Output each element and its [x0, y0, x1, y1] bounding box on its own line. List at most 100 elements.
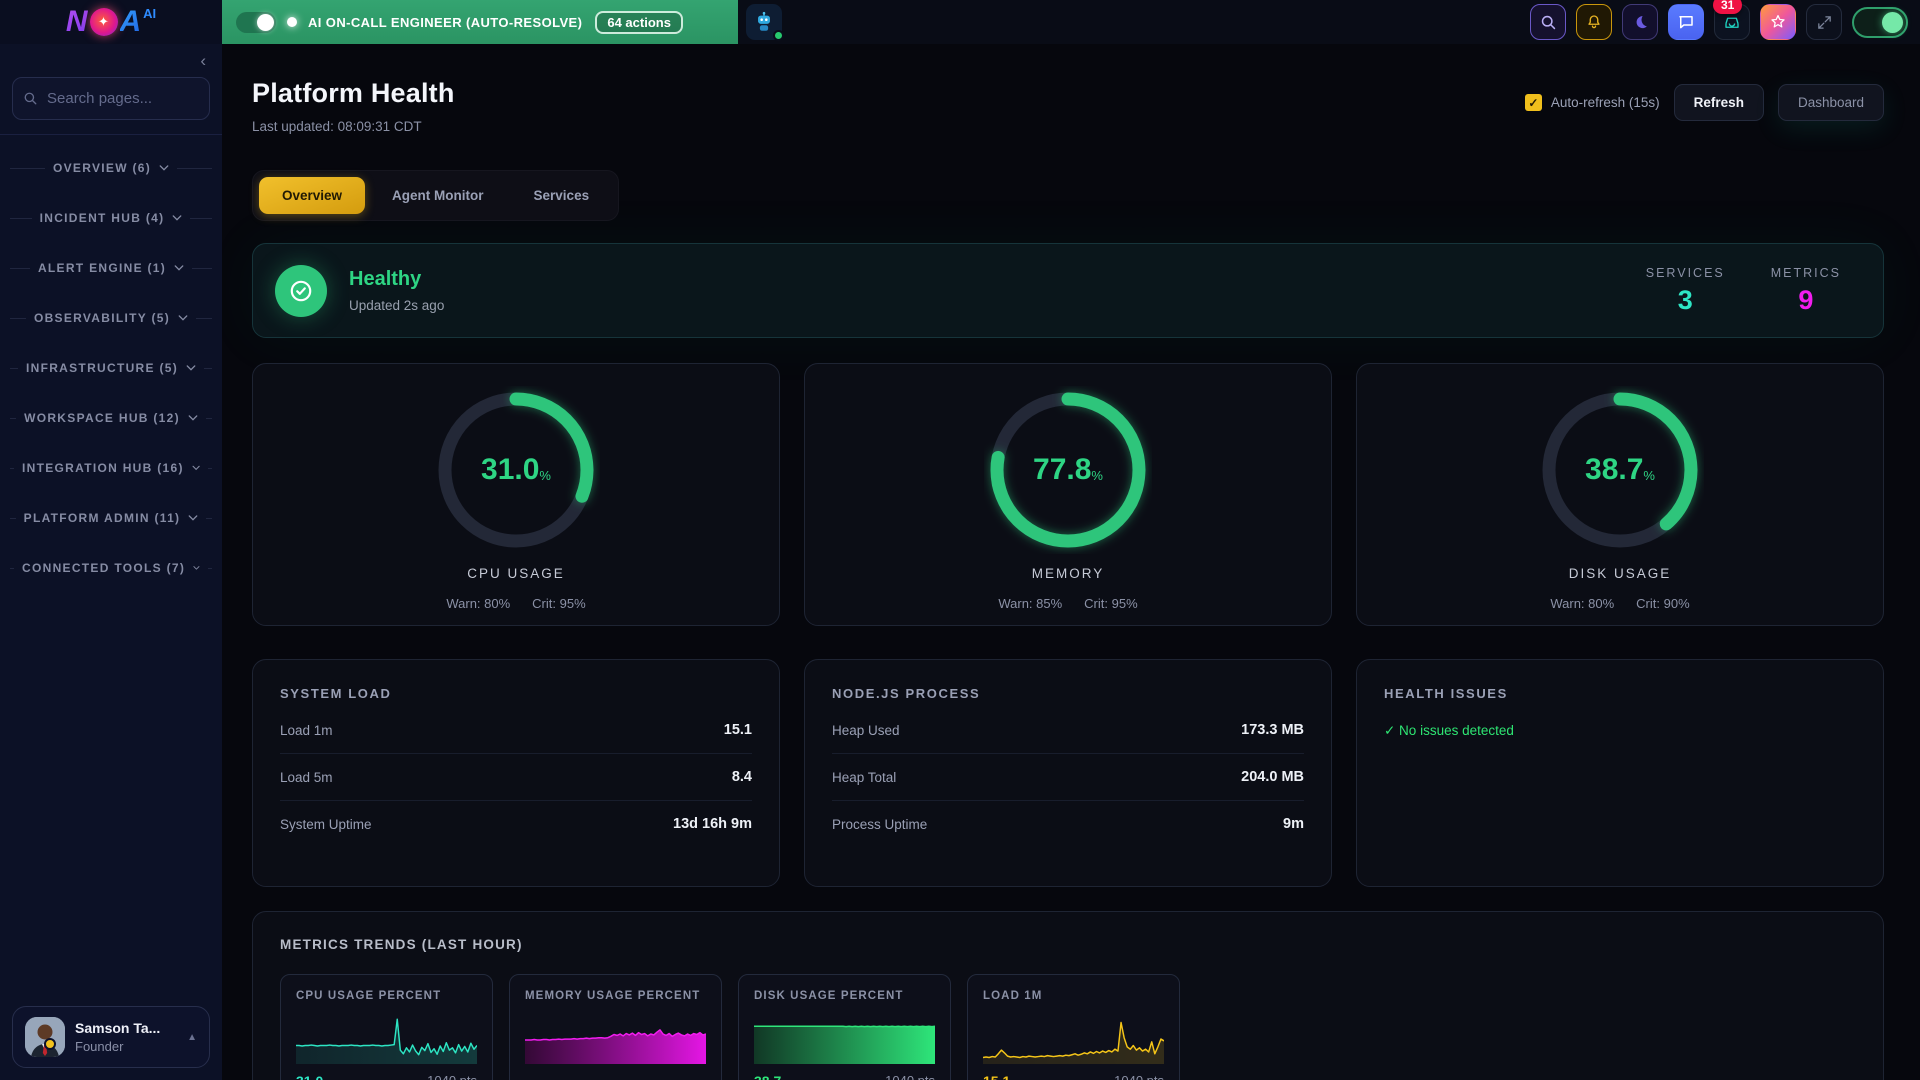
topbar-actions: 31 — [1530, 0, 1920, 44]
fullscreen-button[interactable] — [1806, 4, 1842, 40]
page-title: Platform Health — [252, 78, 455, 109]
memory-gauge-label: MEMORY — [805, 566, 1331, 581]
logo-letter: N — [66, 5, 88, 39]
system-load-card: SYSTEM LOAD Load 1m15.1 Load 5m8.4 Syste… — [252, 659, 780, 887]
metrics-count: 9 — [1771, 285, 1841, 316]
toggle-knob — [257, 14, 274, 31]
healthy-check-icon — [275, 265, 327, 317]
gauge-row: 31.0% CPU USAGE Warn: 80%Crit: 95% 77.8%… — [252, 363, 1884, 626]
notifications-button[interactable] — [1576, 4, 1612, 40]
robot-icon — [753, 11, 775, 33]
cpu-sparkline — [296, 1016, 477, 1064]
health-status-title: Healthy — [349, 268, 444, 291]
inbox-tray-icon — [1723, 13, 1741, 31]
favorites-button[interactable] — [1760, 4, 1796, 40]
moon-icon — [1632, 14, 1649, 31]
info-row: SYSTEM LOAD Load 1m15.1 Load 5m8.4 Syste… — [252, 659, 1884, 887]
auto-refresh-control[interactable]: ✓ Auto-refresh (15s) — [1525, 94, 1660, 111]
search-input[interactable] — [12, 77, 210, 120]
sidebar-item-infrastructure[interactable]: INFRASTRUCTURE (5) — [0, 343, 222, 393]
table-row: Heap Total204.0 MB — [832, 754, 1304, 801]
memory-gauge-value: 77.8 — [1033, 453, 1091, 487]
user-menu-caret[interactable]: ▲ — [187, 1032, 197, 1043]
sidebar-item-platform-admin[interactable]: PLATFORM ADMIN (11) — [0, 493, 222, 543]
table-row: Load 5m8.4 — [280, 754, 752, 801]
memory-thresholds: Warn: 85%Crit: 95% — [805, 596, 1331, 611]
chevron-down-icon — [188, 514, 198, 522]
disk-sparkline — [754, 1016, 935, 1064]
chevron-down-icon — [193, 564, 200, 572]
disk-gauge-card: 38.7% DISK USAGE Warn: 80%Crit: 90% — [1356, 363, 1884, 626]
sidebar: ‹ OVERVIEW (6) INCIDENT HUB (4) ALERT EN… — [0, 44, 222, 1080]
refresh-button[interactable]: Refresh — [1674, 84, 1764, 121]
app-logo[interactable]: N ✦ A AI — [0, 0, 222, 44]
auto-refresh-checkbox[interactable]: ✓ — [1525, 94, 1542, 111]
memory-gauge-card: 77.8% MEMORY Warn: 85%Crit: 95% — [804, 363, 1332, 626]
chat-button[interactable] — [1668, 4, 1704, 40]
sidebar-item-observability[interactable]: OBSERVABILITY (5) — [0, 293, 222, 343]
logo-letter: A — [120, 5, 142, 39]
dark-mode-button[interactable] — [1622, 4, 1658, 40]
node-process-card: NODE.JS PROCESS Heap Used173.3 MB Heap T… — [804, 659, 1332, 887]
dashboard-button[interactable]: Dashboard — [1778, 84, 1884, 121]
logo-star-icon: ✦ — [90, 8, 118, 36]
services-count: 3 — [1646, 285, 1725, 316]
sidebar-spacer — [0, 593, 222, 994]
trend-row: CPU USAGE PERCENT 31.01040 pts MEMORY US… — [280, 974, 1856, 1080]
bell-icon — [1585, 13, 1603, 31]
inbox-button[interactable]: 31 — [1714, 4, 1750, 40]
tab-bar: Overview Agent Monitor Services — [252, 170, 619, 221]
search-icon — [1540, 14, 1557, 31]
disk-gauge-value: 38.7 — [1585, 453, 1643, 487]
tab-services[interactable]: Services — [511, 177, 613, 214]
toggle-knob — [1882, 12, 1903, 33]
cpu-trend-card: CPU USAGE PERCENT 31.01040 pts — [280, 974, 493, 1080]
sidebar-item-integration-hub[interactable]: INTEGRATION HUB (16) — [0, 443, 222, 493]
health-status-updated: Updated 2s ago — [349, 298, 444, 313]
tab-agent-monitor[interactable]: Agent Monitor — [369, 177, 506, 214]
user-name: Samson Ta... — [75, 1020, 160, 1036]
notification-count-badge: 31 — [1713, 0, 1742, 14]
user-profile-card[interactable]: Samson Ta... Founder ▲ — [12, 1006, 210, 1068]
chevron-down-icon — [172, 214, 182, 222]
agent-toggle[interactable] — [236, 12, 276, 33]
main-content: Platform Health Last updated: 08:09:31 C… — [222, 44, 1920, 1080]
topbar-spacer — [782, 0, 1530, 44]
health-status-card: Healthy Updated 2s ago SERVICES 3 METRIC… — [252, 243, 1884, 338]
agent-banner: AI ON-CALL ENGINEER (AUTO-RESOLVE) 64 ac… — [222, 0, 738, 44]
agent-banner-label: AI ON-CALL ENGINEER (AUTO-RESOLVE) — [308, 15, 582, 30]
ai-robot-button[interactable] — [746, 4, 782, 40]
topbar: N ✦ A AI AI ON-CALL ENGINEER (AUTO-RESOL… — [0, 0, 1920, 44]
metrics-trends-title: METRICS TRENDS (LAST HOUR) — [280, 937, 1856, 952]
sidebar-item-incident-hub[interactable]: INCIDENT HUB (4) — [0, 193, 222, 243]
disk-gauge-label: DISK USAGE — [1357, 566, 1883, 581]
user-status-dot — [44, 1038, 56, 1050]
sidebar-search — [12, 77, 210, 120]
health-issues-card: HEALTH ISSUES ✓ No issues detected — [1356, 659, 1884, 887]
sidebar-item-workspace-hub[interactable]: WORKSPACE HUB (12) — [0, 393, 222, 443]
app-root: N ✦ A AI AI ON-CALL ENGINEER (AUTO-RESOL… — [0, 0, 1920, 1080]
cpu-gauge-label: CPU USAGE — [253, 566, 779, 581]
logo-suffix: AI — [143, 6, 156, 21]
sidebar-item-connected-tools[interactable]: CONNECTED TOOLS (7) — [0, 543, 222, 593]
memory-sparkline — [525, 1016, 706, 1064]
actions-count-badge[interactable]: 64 actions — [595, 11, 683, 34]
page-header: Platform Health Last updated: 08:09:31 C… — [252, 78, 1884, 134]
sidebar-collapse-button[interactable]: ‹ — [200, 52, 206, 69]
load-sparkline — [983, 1016, 1164, 1064]
user-role: Founder — [75, 1039, 160, 1054]
table-row: System Uptime13d 16h 9m — [280, 801, 752, 847]
chat-bubble-icon — [1677, 13, 1695, 31]
live-pulse-dot — [287, 17, 297, 27]
disk-trend-card: DISK USAGE PERCENT 38.71040 pts — [738, 974, 951, 1080]
chevron-down-icon — [192, 464, 200, 472]
chevron-down-icon — [159, 164, 169, 172]
status-stats: SERVICES 3 METRICS 9 — [1646, 266, 1841, 316]
search-button[interactable] — [1530, 4, 1566, 40]
tab-overview[interactable]: Overview — [259, 177, 365, 214]
sidebar-item-overview[interactable]: OVERVIEW (6) — [0, 143, 222, 193]
sidebar-item-alert-engine[interactable]: ALERT ENGINE (1) — [0, 243, 222, 293]
power-toggle[interactable] — [1852, 7, 1908, 38]
table-row: Load 1m15.1 — [280, 707, 752, 754]
avatar — [25, 1017, 65, 1057]
